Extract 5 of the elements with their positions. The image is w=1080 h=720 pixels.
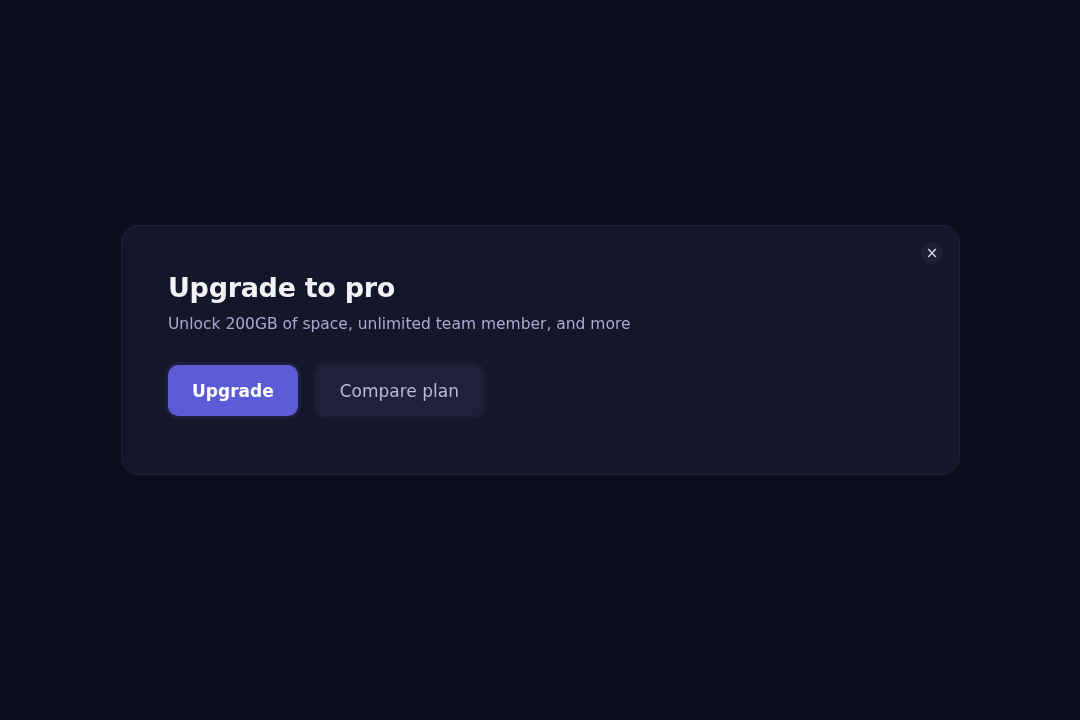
close-button[interactable]: × (921, 242, 943, 264)
upgrade-button[interactable]: Upgrade (168, 365, 298, 416)
dialog-title: Upgrade to pro (168, 272, 396, 303)
compare-button[interactable]: Compare plan (315, 365, 483, 416)
dialog-description: Unlock 200GB of space, unlimited team member, and more (168, 315, 632, 333)
